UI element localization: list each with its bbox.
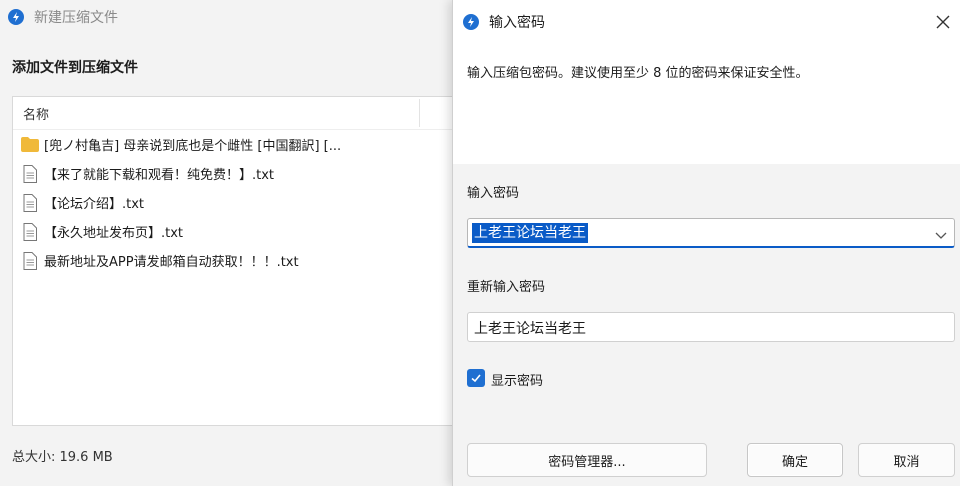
reenter-password-label: 重新输入密码 xyxy=(467,280,546,295)
text-file-icon xyxy=(20,193,40,213)
text-file-icon xyxy=(20,222,40,242)
file-list[interactable]: 名称 [兜ノ村亀吉] 母亲说到底也是个雌性 [中国翻訳] [... 【来了就能下… xyxy=(12,96,458,426)
file-name: 【论坛介绍】.txt xyxy=(44,197,145,212)
app-logo-icon xyxy=(8,9,24,25)
show-password-checkbox[interactable] xyxy=(467,369,485,387)
show-password-label[interactable]: 显示密码 xyxy=(491,370,543,389)
file-name: 【来了就能下载和观看！纯免费！】.txt xyxy=(44,168,275,183)
text-file-icon xyxy=(20,164,40,184)
checkmark-icon xyxy=(471,374,481,383)
password-label: 输入密码 xyxy=(467,186,520,201)
reenter-password-field[interactable]: 上老王论坛当老王 xyxy=(467,312,955,342)
background-titlebar: 新建压缩文件 xyxy=(0,0,452,34)
password-dialog: 输入密码 输入压缩包密码。建议使用至少 8 位的密码来保证安全性。 输入密码 上… xyxy=(452,0,960,486)
dialog-description: 输入压缩包密码。建议使用至少 8 位的密码来保证安全性。 xyxy=(467,66,809,81)
file-name: 【永久地址发布页】.txt xyxy=(44,226,184,241)
add-to-archive-heading: 添加文件到压缩文件 xyxy=(12,60,138,76)
close-icon[interactable] xyxy=(933,12,953,32)
background-window-title: 新建压缩文件 xyxy=(34,10,118,26)
password-combobox[interactable]: 上老王论坛当老王 xyxy=(467,218,955,248)
column-divider[interactable] xyxy=(419,99,420,127)
list-item[interactable]: 最新地址及APP请发邮箱自动获取！！！.txt xyxy=(13,246,457,275)
password-manager-button[interactable]: 密码管理器... xyxy=(467,443,707,477)
app-logo-icon xyxy=(463,14,479,30)
column-header-label: 名称 xyxy=(23,107,50,123)
dialog-title: 输入密码 xyxy=(489,15,545,31)
password-input-selected-text[interactable]: 上老王论坛当老王 xyxy=(472,223,588,243)
file-name: 最新地址及APP请发邮箱自动获取！！！.txt xyxy=(44,255,299,270)
column-header-name[interactable]: 名称 xyxy=(13,97,457,130)
cancel-button[interactable]: 取消 xyxy=(858,443,955,477)
folder-icon xyxy=(20,135,40,155)
dialog-titlebar: 输入密码 xyxy=(453,0,960,44)
ok-button[interactable]: 确定 xyxy=(747,443,843,477)
chevron-down-icon[interactable] xyxy=(934,227,948,241)
list-item[interactable]: 【永久地址发布页】.txt xyxy=(13,217,457,246)
list-item[interactable]: 【来了就能下载和观看！纯免费！】.txt xyxy=(13,159,457,188)
text-file-icon xyxy=(20,251,40,271)
total-size: 总大小: 19.6 MB xyxy=(12,450,113,465)
file-name: [兜ノ村亀吉] 母亲说到底也是个雌性 [中国翻訳] [... xyxy=(44,139,342,154)
list-item[interactable]: 【论坛介绍】.txt xyxy=(13,188,457,217)
reenter-password-value[interactable]: 上老王论坛当老王 xyxy=(474,318,586,338)
list-item[interactable]: [兜ノ村亀吉] 母亲说到底也是个雌性 [中国翻訳] [... xyxy=(13,130,457,159)
